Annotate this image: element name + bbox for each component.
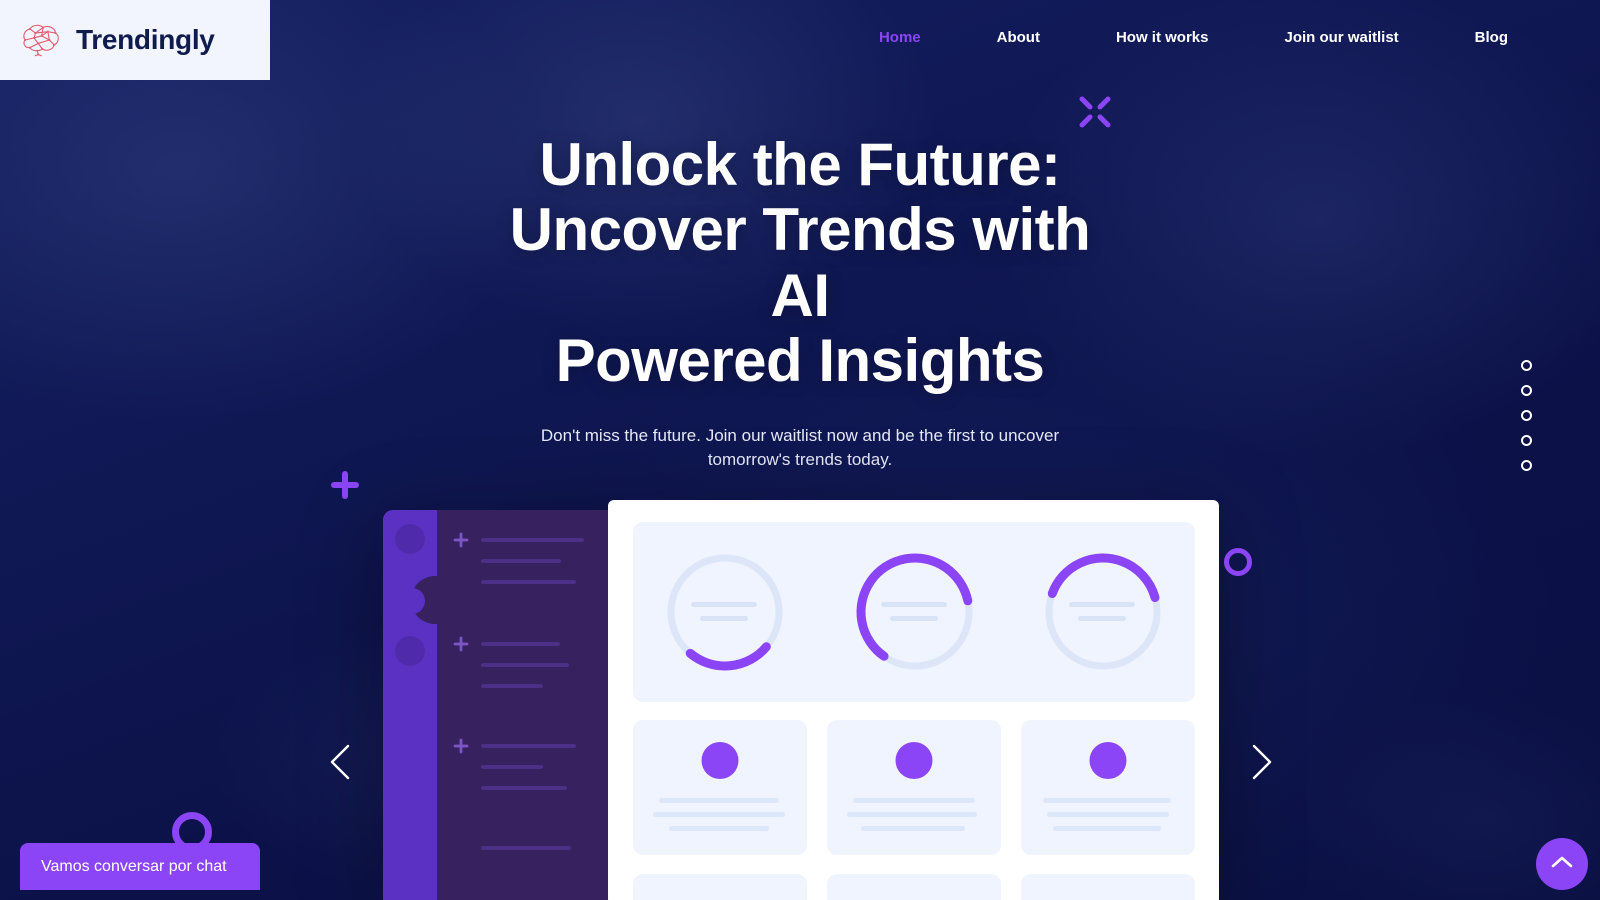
mockup-line [481,580,576,584]
avatar-circle-icon [895,742,933,779]
page-title: Unlock the Future: Uncover Trends with A… [480,132,1120,394]
mockup-line [1069,602,1135,607]
progress-ring [1041,550,1165,674]
chevron-up-icon [1550,854,1574,875]
mockup-rail-dot-2[interactable] [399,588,425,614]
mockup-nav-group [453,636,593,706]
nav-item-about[interactable]: About [959,29,1078,46]
progress-ring [853,550,977,674]
mockup-line [481,642,560,646]
mockup-card[interactable] [1021,874,1195,900]
mockup-line [1078,616,1126,621]
scroll-to-top-button[interactable] [1536,838,1588,890]
hero-title-line-1: Unlock the Future: [539,131,1061,198]
mockup-line [691,602,757,607]
hero-section: Unlock the Future: Uncover Trends with A… [0,80,1600,554]
mockup-line [847,812,977,817]
chevron-left-icon[interactable] [322,740,362,784]
progress-ring [663,550,787,674]
mockup-line [853,798,975,803]
plus-icon [453,532,469,548]
nav-item-join-our-waitlist[interactable]: Join our waitlist [1246,29,1436,46]
mockup-line [653,812,785,817]
pager-dot-4[interactable] [1521,435,1532,446]
plus-icon [453,636,469,652]
mockup-line [659,798,779,803]
mockup-rail [383,510,437,900]
mockup-stats-panel [633,522,1195,702]
mockup-nav-group [453,738,593,808]
main-navigation: Home About How it works Join our waitlis… [841,0,1546,80]
brain-network-icon [20,22,62,58]
mockup-line [881,602,947,607]
mockup-line [1043,798,1171,803]
mockup-line [669,826,769,831]
mockup-line [481,559,561,563]
plus-icon [330,470,360,500]
section-pager [1521,360,1532,471]
mockup-line [481,744,576,748]
avatar-circle-icon [1089,742,1127,779]
nav-item-blog[interactable]: Blog [1437,29,1546,46]
nav-item-how-it-works[interactable]: How it works [1078,29,1247,46]
site-header: Trendingly Home About How it works Join … [0,0,1600,80]
mockup-line [481,846,571,850]
hero-title-line-2: Uncover Trends with AI [509,196,1091,329]
mockup-line [481,538,584,542]
chat-widget-button[interactable]: Vamos conversar por chat [20,843,260,890]
plus-icon [453,738,469,754]
mockup-nav-group [453,840,593,880]
mockup-rail-dot-1[interactable] [395,524,425,554]
mockup-card[interactable] [827,720,1001,855]
pager-dot-5[interactable] [1521,460,1532,471]
chevron-right-icon[interactable] [1240,740,1280,784]
circle-outline-icon [1224,548,1252,576]
ring-placeholder-lines [691,602,757,630]
mockup-rail-dot-3[interactable] [395,636,425,666]
mockup-line [890,616,938,621]
chat-widget-message: Vamos conversar por chat [41,857,227,875]
mockup-sidebar [383,510,608,900]
dashboard-mockup [383,500,1219,900]
mockup-line [861,826,965,831]
landing-page: Trendingly Home About How it works Join … [0,0,1600,900]
mockup-line [481,765,543,769]
logo-text: Trendingly [76,24,215,55]
x-cross-icon [1078,95,1112,129]
pager-dot-2[interactable] [1521,385,1532,396]
mockup-line [481,663,569,667]
ring-placeholder-lines [1069,602,1135,630]
mockup-line [700,616,748,621]
mockup-card[interactable] [1021,720,1195,855]
mockup-line [1047,812,1169,817]
mockup-main-panel [608,500,1219,900]
mockup-card[interactable] [827,874,1001,900]
ring-placeholder-lines [881,602,947,630]
pager-dot-3[interactable] [1521,410,1532,421]
mockup-line [481,786,567,790]
avatar-circle-icon [701,742,739,779]
hero-subtitle: Don't miss the future. Join our waitlist… [540,425,1060,469]
mockup-card[interactable] [633,874,807,900]
logo[interactable]: Trendingly [0,0,270,80]
hero-title-line-3: Powered Insights [555,327,1045,395]
mockup-line [481,684,543,688]
pager-dot-1[interactable] [1521,360,1532,371]
nav-item-home[interactable]: Home [841,29,959,46]
mockup-card[interactable] [633,720,807,855]
mockup-nav-group [453,532,593,602]
mockup-line [1053,826,1161,831]
